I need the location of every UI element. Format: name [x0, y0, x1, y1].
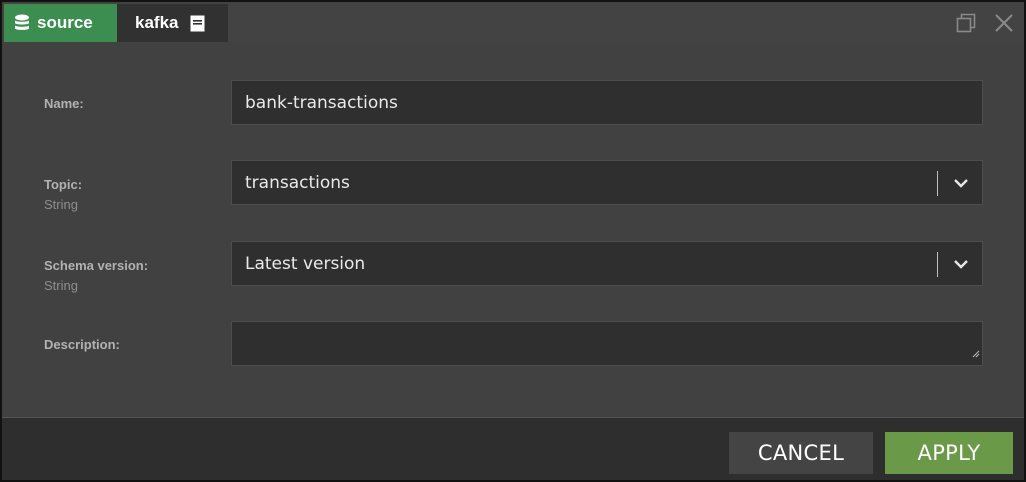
tab-kafka-label: kafka [135, 13, 179, 32]
name-label: Name: [44, 96, 84, 111]
dialog-footer: CANCEL APPLY [2, 417, 1024, 480]
schema-version-select[interactable]: Latest version [231, 241, 983, 286]
document-icon [190, 15, 205, 32]
topic-label: Topic: [44, 177, 83, 192]
source-config-dialog: source kafka Name: bank-transactions Top… [0, 0, 1026, 482]
description-textarea[interactable] [231, 321, 983, 366]
close-icon[interactable] [992, 11, 1016, 35]
tab-source[interactable]: source [4, 4, 117, 42]
description-label: Description: [44, 337, 120, 352]
maximize-icon[interactable] [954, 11, 978, 35]
dialog-header: source kafka [2, 2, 1024, 42]
topic-type: String [44, 197, 78, 212]
schema-version-label: Schema version: [44, 258, 149, 273]
cancel-button[interactable]: CANCEL [729, 432, 873, 474]
name-input[interactable]: bank-transactions [231, 80, 983, 125]
tab-kafka[interactable]: kafka [117, 4, 228, 42]
database-icon [14, 14, 30, 32]
resize-grip-icon[interactable] [972, 343, 980, 363]
topic-select[interactable]: transactions [231, 160, 983, 205]
schema-version-type: String [44, 278, 78, 293]
topic-value: transactions [245, 172, 350, 193]
chevron-down-icon[interactable] [950, 174, 972, 192]
apply-button[interactable]: APPLY [885, 432, 1013, 474]
name-value: bank-transactions [245, 92, 398, 113]
chevron-down-icon[interactable] [950, 255, 972, 273]
select-separator [937, 171, 938, 196]
select-separator [937, 252, 938, 277]
tab-source-label: source [37, 13, 93, 32]
schema-version-value: Latest version [245, 253, 366, 274]
